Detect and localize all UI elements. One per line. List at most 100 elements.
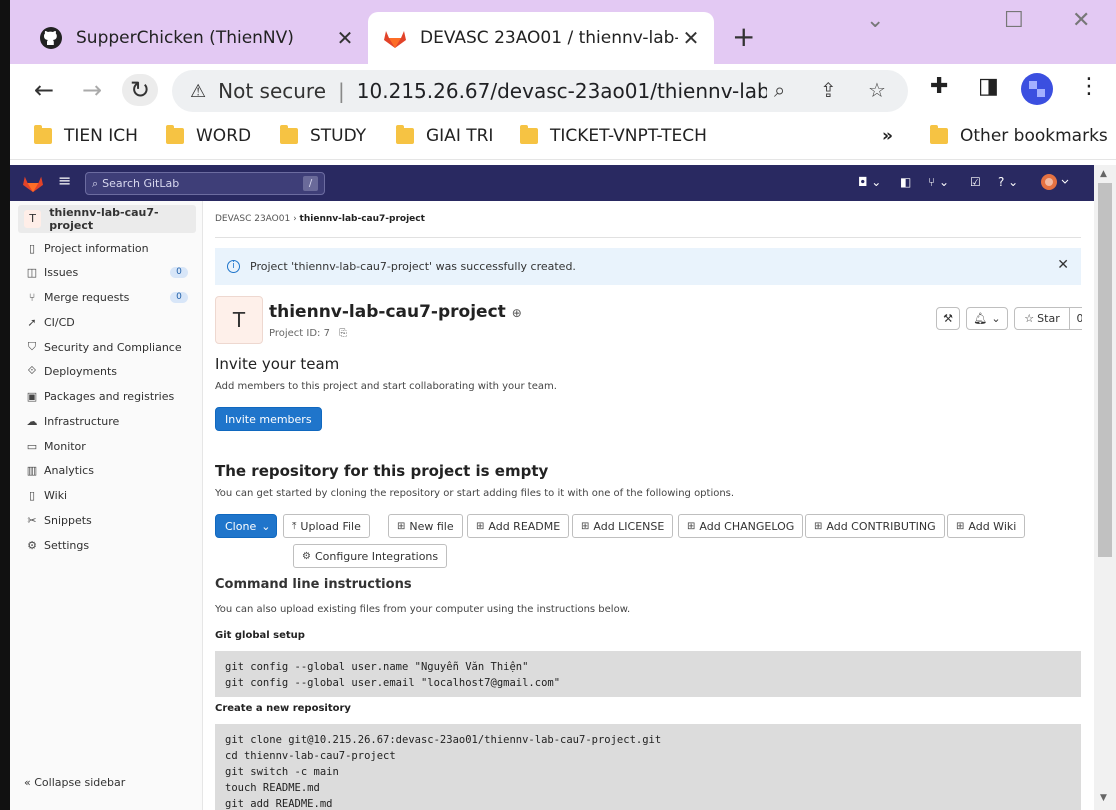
close-window-icon[interactable]: ✕: [1072, 8, 1090, 33]
sidebar-item-issues[interactable]: ◫ Issues 0: [26, 262, 188, 282]
project-name: thiennv-lab-cau7-project: [269, 302, 506, 322]
bookmark-folder[interactable]: GIAI TRI: [396, 125, 493, 146]
settings-button[interactable]: ⚒: [936, 307, 960, 330]
configure-integrations-button[interactable]: ⚙ Configure Integrations: [293, 544, 448, 568]
forward-icon[interactable]: →: [74, 74, 110, 106]
book-icon: ▯: [28, 488, 36, 502]
browser-window: SupperChicken (ThienNV) ✕ DEVASC 23AO01 …: [10, 0, 1116, 810]
star-count[interactable]: 0: [1069, 307, 1082, 330]
sidebar-item-deployments[interactable]: ⟐ Deployments: [26, 361, 188, 381]
reload-icon[interactable]: ↻: [122, 74, 158, 106]
side-panel-icon[interactable]: ◨: [978, 74, 999, 99]
url-text[interactable]: 10.215.26.67/devasc-23ao01/thiennv-lab-.…: [357, 79, 767, 103]
upload-file-button[interactable]: ⤒ Upload File: [283, 514, 370, 538]
project-id: Project ID: 7 ⎘: [269, 328, 347, 339]
gear-icon: ⚙: [302, 550, 311, 562]
sidebar-item-security[interactable]: ⛉ Security and Compliance: [26, 337, 188, 357]
todo-icon[interactable]: ☑: [970, 175, 981, 189]
add-changelog-button[interactable]: ⊞ Add CHANGELOG: [678, 514, 804, 538]
browser-toolbar: ← → ↻ ⚠ Not secure | 10.215.26.67/devasc…: [10, 64, 1116, 116]
invite-members-button[interactable]: Invite members: [215, 407, 322, 431]
page-title: thiennv-lab-cau7-project ⊕: [269, 302, 522, 322]
tab-title: SupperChicken (ThienNV): [76, 28, 294, 48]
issues-icon[interactable]: ◧: [900, 175, 911, 189]
chevron-down-icon[interactable]: ⌄: [866, 8, 884, 33]
new-repo-heading: Create a new repository: [215, 703, 351, 714]
sidebar-item-packages[interactable]: ▣ Packages and registries: [26, 386, 188, 406]
add-license-button[interactable]: ⊞ Add LICENSE: [572, 514, 674, 538]
new-icon[interactable]: ◘ ⌄: [858, 175, 881, 189]
address-bar[interactable]: ⚠ Not secure | 10.215.26.67/devasc-23ao0…: [172, 70, 908, 112]
sidebar-item-analytics[interactable]: ▥ Analytics: [26, 460, 188, 480]
project-avatar: T: [24, 210, 42, 228]
add-wiki-button[interactable]: ⊞ Add Wiki: [947, 514, 1026, 538]
star-icon[interactable]: ☆: [868, 78, 886, 102]
issues-icon: ◫: [26, 265, 38, 279]
scroll-down-icon[interactable]: ▼: [1100, 793, 1107, 803]
breadcrumb-group[interactable]: DEVASC 23AO01: [215, 214, 290, 224]
close-icon[interactable]: ✕: [1057, 257, 1069, 273]
copy-icon[interactable]: ⎘: [339, 328, 347, 339]
sidebar-item-wiki[interactable]: ▯ Wiki: [26, 485, 188, 505]
collapse-sidebar-button[interactable]: « Collapse sidebar: [24, 776, 125, 789]
bookmark-folder[interactable]: WORD: [166, 125, 251, 146]
bookmark-folder[interactable]: TICKET-VNPT-TECH: [520, 125, 707, 146]
new-file-button[interactable]: ⊞ New file: [388, 514, 463, 538]
tab-github[interactable]: SupperChicken (ThienNV) ✕: [24, 12, 368, 64]
chevron-down-icon: ⌄: [991, 312, 1001, 325]
extensions-icon[interactable]: ✚: [930, 74, 948, 99]
button-label: Upload File: [300, 519, 361, 533]
sidebar-item-merge-requests[interactable]: ⑂ Merge requests 0: [26, 287, 188, 307]
new-tab-icon[interactable]: +: [732, 20, 755, 53]
scroll-up-icon[interactable]: ▲: [1100, 169, 1107, 179]
security-label[interactable]: Not secure: [218, 79, 326, 103]
bookmark-label: TIEN ICH: [64, 126, 138, 146]
scrollbar-thumb[interactable]: [1098, 183, 1112, 557]
sidebar-item-snippets[interactable]: ✂ Snippets: [26, 510, 188, 530]
zoom-icon[interactable]: ⌕: [774, 78, 785, 102]
github-icon: [38, 25, 64, 51]
back-icon[interactable]: ←: [26, 74, 62, 106]
sidebar-item-monitor[interactable]: ▭ Monitor: [26, 436, 188, 456]
git-global-code[interactable]: git config --global user.name "Nguyễn Vă…: [215, 651, 1081, 697]
sidebar-item-project-information[interactable]: ▯ Project information: [26, 238, 188, 258]
tab-gitlab[interactable]: DEVASC 23AO01 / thiennv-lab-cau7-project…: [368, 12, 714, 64]
plus-square-icon: ⊞: [581, 520, 590, 532]
merge-icon: ⑂: [28, 290, 36, 304]
warning-icon[interactable]: ⚠: [190, 81, 206, 102]
scrollbar[interactable]: ▲ ▼: [1094, 165, 1116, 810]
menu-icon[interactable]: ⋮: [1078, 74, 1100, 99]
invite-heading: Invite your team: [215, 355, 340, 373]
bookmark-folder[interactable]: TIEN ICH: [34, 125, 138, 146]
close-icon[interactable]: ✕: [678, 26, 704, 50]
bookmark-folder[interactable]: STUDY: [280, 125, 366, 146]
bookmark-label: Other bookmarks: [960, 126, 1108, 146]
profile-avatar[interactable]: [1020, 72, 1054, 112]
hamburger-icon[interactable]: ≡: [58, 171, 71, 190]
sidebar-item-label: Monitor: [44, 439, 86, 453]
merge-requests-icon[interactable]: ⑂ ⌄: [928, 175, 949, 189]
more-bookmarks-button[interactable]: »: [882, 126, 893, 146]
star-button[interactable]: ☆ Star: [1014, 307, 1070, 330]
sidebar-project[interactable]: T thiennv-lab-cau7-project: [18, 205, 196, 233]
tab-title: DEVASC 23AO01 / thiennv-lab-cau7-project: [420, 28, 678, 48]
maximize-icon[interactable]: ☐: [1004, 8, 1024, 33]
notification-button[interactable]: 🔔︎ ⌄: [966, 307, 1008, 330]
clone-button[interactable]: Clone ⌄: [215, 514, 277, 538]
new-repo-code[interactable]: git clone git@10.215.26.67:devasc-23ao01…: [215, 724, 1081, 810]
sidebar-item-settings[interactable]: ⚙ Settings: [26, 535, 188, 555]
sidebar-item-label: CI/CD: [44, 315, 75, 329]
add-readme-button[interactable]: ⊞ Add README: [467, 514, 570, 538]
sidebar-item-cicd[interactable]: ➚ CI/CD: [26, 312, 188, 332]
sidebar-item-infrastructure[interactable]: ☁ Infrastructure: [26, 411, 188, 431]
search-input[interactable]: ⌕ Search GitLab /: [85, 172, 325, 195]
user-avatar[interactable]: [1040, 173, 1070, 194]
close-icon[interactable]: ✕: [332, 26, 358, 50]
add-contributing-button[interactable]: ⊞ Add CONTRIBUTING: [805, 514, 945, 538]
other-bookmarks[interactable]: Other bookmarks: [930, 125, 1108, 146]
breadcrumb-project[interactable]: thiennv-lab-cau7-project: [300, 214, 425, 224]
gitlab-logo-icon[interactable]: [22, 173, 44, 193]
help-icon[interactable]: ? ⌄: [998, 175, 1018, 189]
share-icon[interactable]: ⇪: [820, 78, 837, 102]
sidebar-item-label: Packages and registries: [44, 389, 175, 403]
